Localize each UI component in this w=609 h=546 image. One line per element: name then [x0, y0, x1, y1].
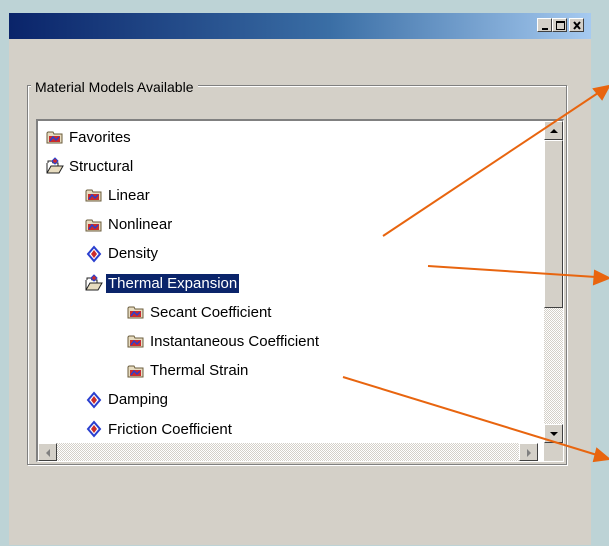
- vertical-scroll-thumb[interactable]: [544, 140, 563, 308]
- tree-item[interactable]: Instantaneous Coefficient: [127, 329, 319, 353]
- tree-item-label: Thermal Strain: [150, 362, 249, 380]
- folder-open-icon: [85, 274, 103, 292]
- tree-item-label: Thermal Expansion: [106, 273, 240, 293]
- scroll-left-button[interactable]: [38, 443, 57, 461]
- close-button[interactable]: [569, 18, 584, 32]
- tree-item[interactable]: Favorites: [46, 125, 131, 149]
- folder-closed-icon: [127, 303, 145, 321]
- maximize-button[interactable]: [552, 18, 567, 32]
- minimize-icon: [542, 28, 548, 30]
- folder-closed-icon: [85, 216, 103, 234]
- annotation-arrowhead-2: [592, 269, 609, 286]
- tree-item[interactable]: Density: [85, 242, 158, 266]
- material-diamond-icon: [85, 420, 103, 438]
- vertical-scrollbar[interactable]: [544, 121, 563, 443]
- close-icon: [573, 21, 581, 30]
- annotation-arrowhead-1: [592, 84, 609, 101]
- horizontal-scrollbar[interactable]: [38, 443, 538, 461]
- tree-item[interactable]: Friction Coefficient: [85, 417, 232, 441]
- folder-closed-icon: [85, 186, 103, 204]
- tree-item[interactable]: Structural: [46, 154, 133, 178]
- arrow-down-icon: [550, 432, 558, 436]
- tree-item-label: Nonlinear: [108, 216, 173, 234]
- tree-item-label: Favorites: [69, 128, 131, 146]
- maximize-icon: [556, 21, 565, 30]
- title-bar[interactable]: [9, 13, 591, 39]
- tree-item[interactable]: Linear: [85, 183, 150, 207]
- minimize-button[interactable]: [537, 18, 552, 32]
- tree-item[interactable]: Nonlinear: [85, 213, 172, 237]
- tree-item[interactable]: Damping: [85, 388, 168, 412]
- arrow-left-icon: [46, 449, 50, 457]
- arrow-right-icon: [527, 449, 531, 457]
- tree-item[interactable]: Thermal Expansion: [85, 271, 240, 295]
- tree-item-label: Secant Coefficient: [150, 303, 272, 321]
- folder-closed-icon: [127, 362, 145, 380]
- scrollbar-corner: [544, 443, 563, 461]
- groupbox-label: Material Models Available: [31, 79, 198, 95]
- tree-item-label: Instantaneous Coefficient: [150, 332, 320, 350]
- annotation-arrowhead-3: [592, 447, 609, 463]
- tree-item-label: Linear: [108, 186, 150, 204]
- folder-closed-icon: [46, 128, 64, 146]
- tree-item-label: Structural: [69, 157, 134, 175]
- folder-open-icon: [46, 157, 64, 175]
- tree-item-label: Friction Coefficient: [108, 420, 232, 438]
- material-tree[interactable]: Favorites Structural Linear Nonlinear Densit…: [36, 119, 564, 462]
- tree-item[interactable]: Secant Coefficient: [127, 300, 271, 324]
- tree-list: Favorites Structural Linear Nonlinear Densit…: [38, 121, 538, 443]
- tree-item-label: Damping: [108, 391, 169, 409]
- material-diamond-icon: [85, 391, 103, 409]
- folder-closed-icon: [127, 332, 145, 350]
- scroll-right-button[interactable]: [519, 443, 538, 461]
- material-diamond-icon: [85, 245, 103, 263]
- scroll-down-button[interactable]: [544, 424, 563, 443]
- tree-item[interactable]: Thermal Strain: [127, 359, 248, 383]
- tree-item-label: Density: [108, 245, 159, 263]
- arrow-up-icon: [550, 129, 558, 133]
- scroll-up-button[interactable]: [544, 121, 563, 140]
